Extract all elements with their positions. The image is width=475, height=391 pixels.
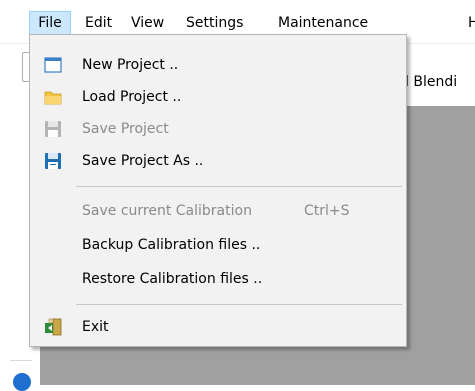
shortcut-label: Ctrl+S (304, 203, 350, 219)
info-icon[interactable] (13, 373, 31, 391)
folder-icon (44, 91, 62, 105)
menu-item-label: Save Project As .. (82, 153, 204, 169)
menu-item-label: Save current Calibration (82, 203, 252, 219)
menu-maintenance[interactable]: Maintenance (278, 11, 368, 35)
floppy-disk-icon (45, 121, 61, 137)
menu-item-restore-calibration[interactable]: Restore Calibration files .. (30, 264, 406, 294)
menu-item-load-project[interactable]: Load Project .. (30, 82, 406, 112)
tab-edge (22, 52, 29, 82)
toolbar-separator (10, 360, 32, 361)
menu-item-label: Exit (82, 319, 109, 335)
menu-item-save-calibration[interactable]: Save current Calibration Ctrl+S (30, 196, 406, 226)
menu-help[interactable]: H (468, 11, 475, 35)
menu-item-label: Save Project (82, 121, 169, 137)
menu-item-save-project-as[interactable]: Save Project As .. (30, 146, 406, 176)
window-icon (44, 57, 62, 73)
menu-settings[interactable]: Settings (186, 11, 243, 35)
menu-view[interactable]: View (131, 11, 164, 35)
menu-item-label: Backup Calibration files .. (82, 237, 261, 253)
menu-separator (76, 304, 402, 305)
menu-item-label: Restore Calibration files .. (82, 271, 263, 287)
menu-file[interactable]: File (29, 11, 71, 35)
floppy-disk-icon (45, 153, 61, 169)
menu-separator (76, 186, 402, 187)
menu-item-exit[interactable]: Exit (30, 312, 406, 342)
exit-door-icon (45, 318, 62, 336)
partial-tab-label: d Blendi (400, 74, 458, 90)
menu-item-new-project[interactable]: New Project .. (30, 50, 406, 80)
menu-item-save-project[interactable]: Save Project (30, 114, 406, 144)
menu-edit[interactable]: Edit (85, 11, 112, 35)
menu-item-label: Load Project .. (82, 89, 182, 105)
file-menu-dropdown: New Project .. Load Project .. Save Proj… (29, 34, 407, 347)
menu-item-backup-calibration[interactable]: Backup Calibration files .. (30, 230, 406, 260)
menu-item-label: New Project .. (82, 57, 179, 73)
